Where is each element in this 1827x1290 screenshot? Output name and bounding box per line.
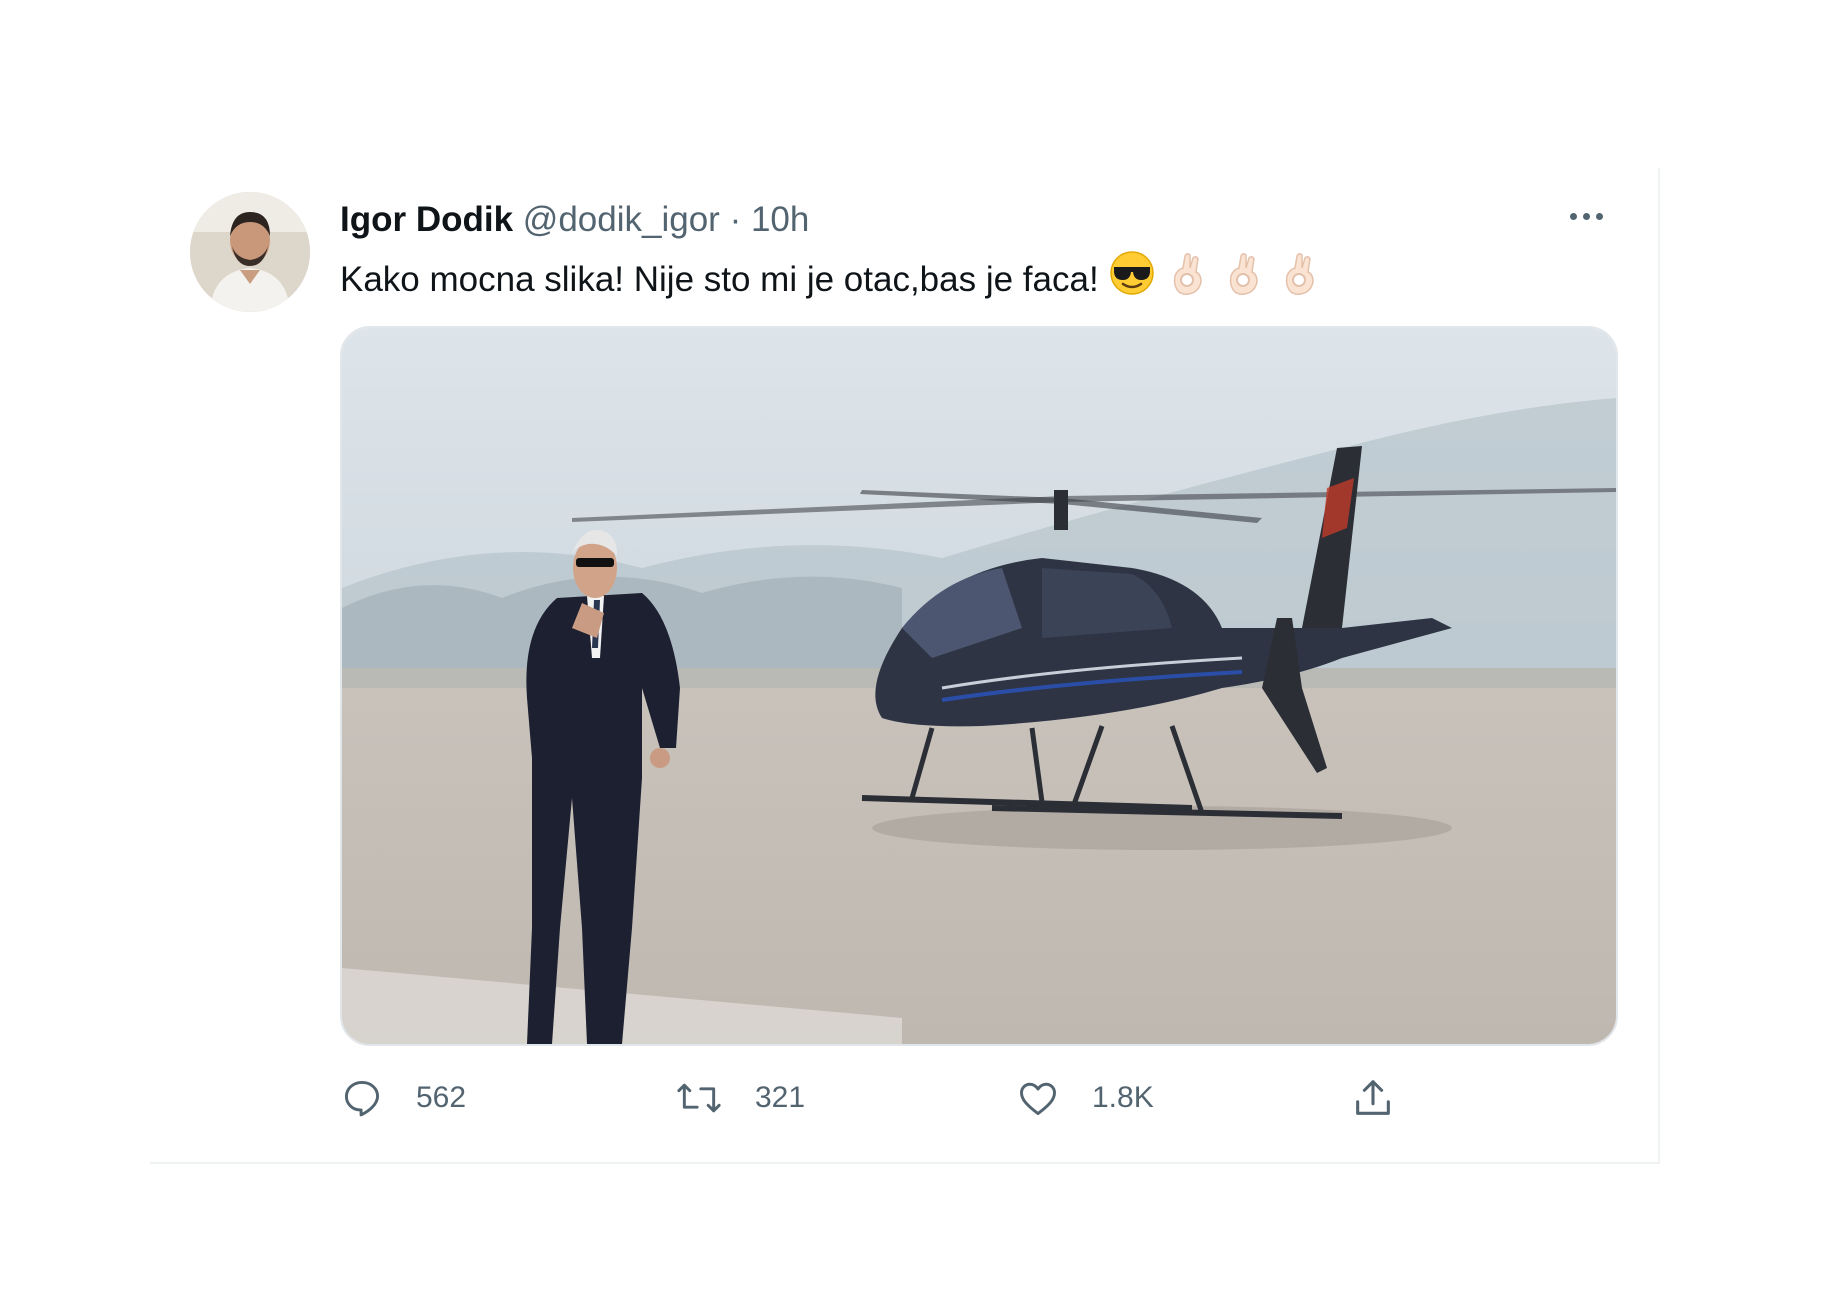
tweet-media[interactable] xyxy=(340,326,1618,1046)
more-dot-icon xyxy=(1569,212,1577,220)
ok-hand-icon xyxy=(1277,250,1323,309)
like-count: 1.8K xyxy=(1092,1081,1154,1114)
author-name[interactable]: Igor Dodik xyxy=(340,200,513,239)
reply-icon xyxy=(344,1080,380,1117)
more-dot-icon xyxy=(1595,212,1603,220)
retweet-button[interactable]: 321 xyxy=(675,1068,805,1128)
meta-separator: · xyxy=(729,200,742,239)
author-handle[interactable]: @dodik_igor xyxy=(523,200,720,239)
tweet-header: Igor Dodik @dodik_igor · 10h xyxy=(340,198,809,242)
reply-button[interactable]: 562 xyxy=(340,1068,466,1128)
retweet-count: 321 xyxy=(755,1081,806,1114)
more-dot-icon xyxy=(1582,212,1590,220)
tweet-text: Kako mocna slika! Nije sto mi je otac,ba… xyxy=(340,250,1323,309)
tweet-actions: 562 321 1.8K xyxy=(340,1068,1640,1128)
reply-count: 562 xyxy=(416,1081,467,1114)
like-button[interactable]: 1.8K xyxy=(1016,1068,1154,1128)
retweet-icon xyxy=(677,1083,721,1113)
tweet-card[interactable]: Igor Dodik @dodik_igor · 10h Kako mocna … xyxy=(150,168,1660,1164)
avatar[interactable] xyxy=(190,192,310,312)
heart-icon xyxy=(1020,1082,1056,1116)
avatar-photo xyxy=(190,192,310,312)
tweet-time[interactable]: 10h xyxy=(751,200,809,239)
ok-hand-icon xyxy=(1165,250,1211,309)
ok-hand-icon xyxy=(1221,250,1267,309)
sunglasses-face-icon xyxy=(1109,250,1155,309)
helicopter-photo xyxy=(342,328,1616,1044)
tweet-text-body: Kako mocna slika! Nije sto mi je otac,ba… xyxy=(340,259,1099,299)
more-options-button[interactable] xyxy=(1562,204,1610,228)
share-icon xyxy=(1356,1080,1390,1115)
share-button[interactable] xyxy=(1350,1068,1396,1128)
